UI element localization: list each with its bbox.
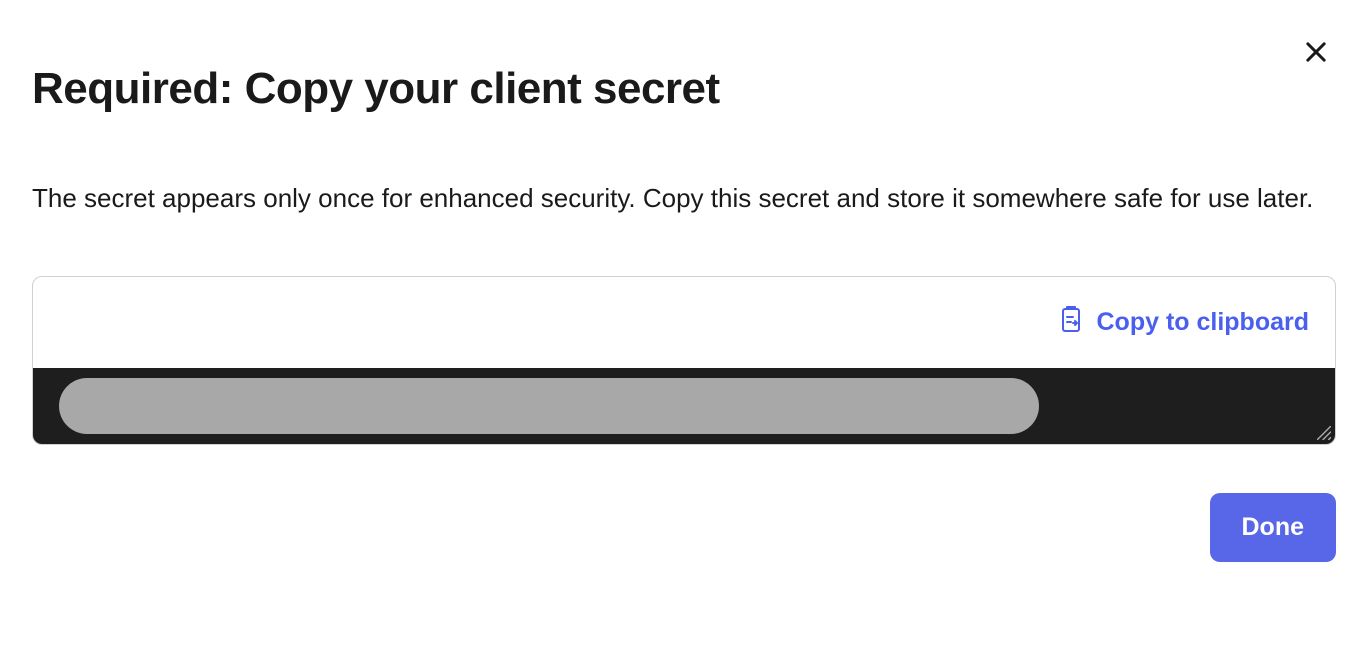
secret-redacted-value [59,378,1039,434]
resize-handle-icon[interactable] [1317,426,1331,440]
dialog-footer: Done [32,493,1336,562]
done-button[interactable]: Done [1210,493,1337,562]
copy-button-label: Copy to clipboard [1097,308,1310,337]
dialog-title: Required: Copy your client secret [32,64,1336,114]
clipboard-icon [1059,305,1083,340]
close-icon[interactable] [1302,38,1330,66]
secret-code-area[interactable] [33,368,1335,444]
dialog-description: The secret appears only once for enhance… [32,176,1336,220]
copy-to-clipboard-button[interactable]: Copy to clipboard [1059,305,1310,340]
secret-box-header: Copy to clipboard [33,277,1335,368]
secret-box: Copy to clipboard [32,276,1336,445]
